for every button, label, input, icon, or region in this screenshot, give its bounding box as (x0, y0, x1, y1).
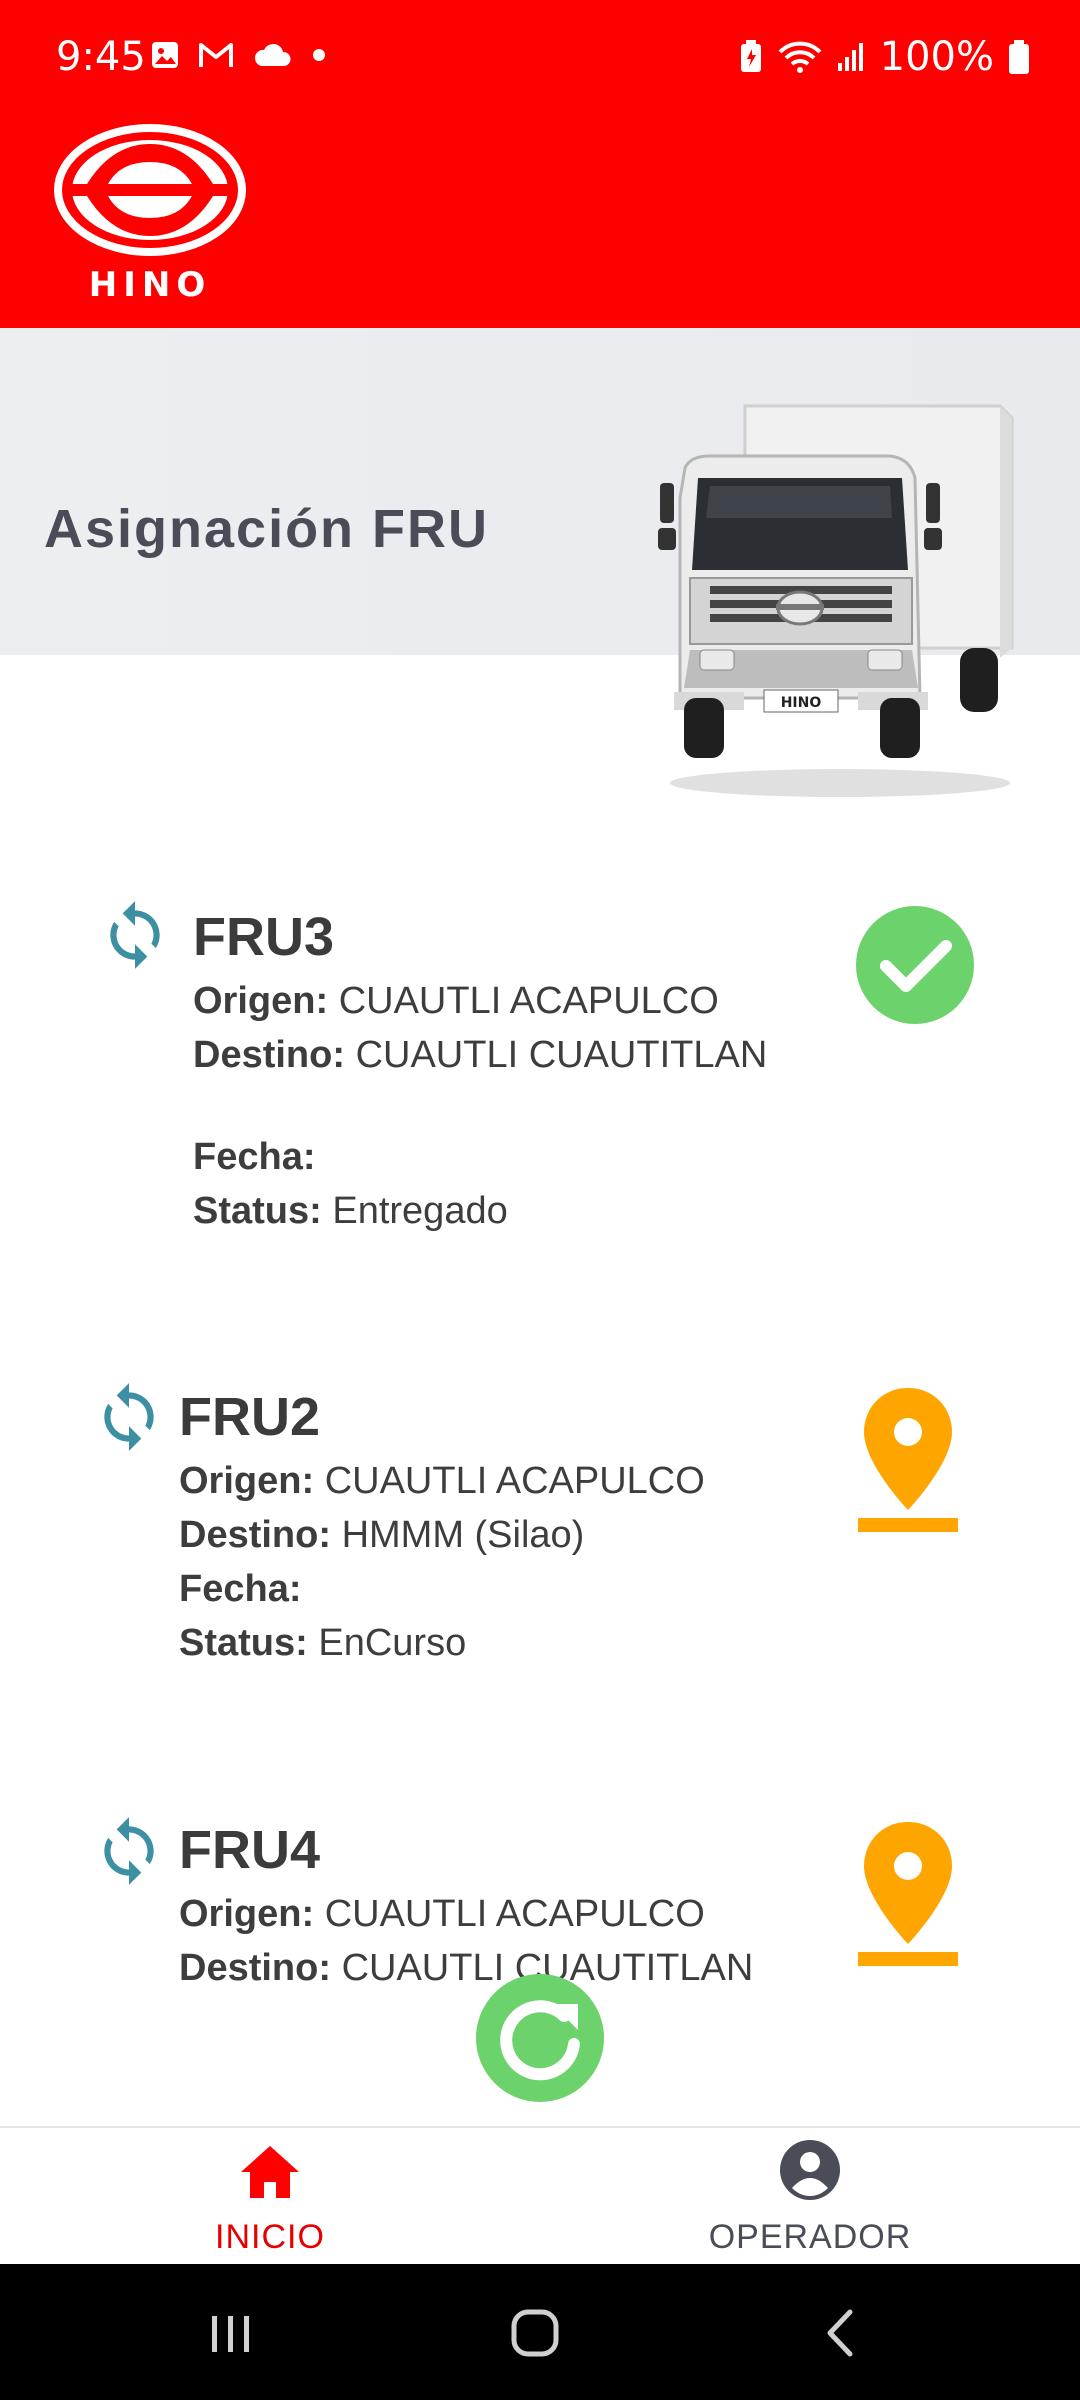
date-label: Fecha: (179, 1568, 302, 1610)
status-value: Entregado (332, 1190, 508, 1232)
origin-row: Origen: CUAUTLI ACAPULCO (193, 980, 719, 1023)
truck-image: HINO (658, 404, 1014, 797)
cloud-icon (254, 43, 291, 66)
sync-icon[interactable] (92, 1814, 166, 1888)
destination-label: Destino: (193, 1034, 345, 1076)
status-right: 100% (738, 34, 1030, 80)
dot-icon (313, 49, 325, 61)
origin-value: CUAUTLI ACAPULCO (338, 980, 719, 1022)
sync-icon[interactable] (92, 1380, 166, 1454)
status-left-icons (150, 40, 328, 70)
home-icon (241, 2146, 299, 2198)
recents-icon[interactable] (206, 2312, 256, 2356)
date-label: Fecha: (193, 1136, 316, 1178)
destination-value: CUAUTLI CUAUTITLAN (355, 1034, 768, 1076)
status-row: Status: EnCurso (179, 1622, 466, 1665)
destination-label: Destino: (179, 1947, 331, 1989)
origin-row: Origen: CUAUTLI ACAPULCO (179, 1893, 705, 1936)
origin-label: Origen: (179, 1460, 315, 1502)
location-pin-icon[interactable] (856, 1386, 960, 1534)
origin-row: Origen: CUAUTLI ACAPULCO (179, 1460, 705, 1503)
back-icon[interactable] (820, 2308, 860, 2358)
refresh-button[interactable] (476, 1974, 604, 2102)
gallery-icon (152, 42, 178, 68)
bottom-navigation: INICIO OPERADOR (0, 2126, 1080, 2266)
origin-label: Origen: (193, 980, 329, 1022)
destination-row: Destino: HMMM (Silao) (179, 1514, 584, 1557)
status-label: Status: (179, 1622, 308, 1664)
gmail-icon (199, 43, 233, 67)
account-circle-icon (780, 2140, 840, 2200)
status-bar: 9:45 100% (0, 0, 1080, 120)
card-title: FRU4 (179, 1820, 321, 1880)
battery-percent: 100% (879, 34, 994, 80)
hino-logo: HINO (54, 124, 246, 304)
check-circle-icon[interactable] (856, 906, 974, 1024)
destination-value: HMMM (Silao) (341, 1514, 585, 1556)
origin-value: CUAUTLI ACAPULCO (324, 1460, 705, 1502)
sync-icon[interactable] (98, 898, 172, 972)
origin-label: Origen: (179, 1893, 315, 1935)
origin-value: CUAUTLI ACAPULCO (324, 1893, 705, 1935)
home-nav-icon[interactable] (510, 2308, 560, 2358)
signal-icon (837, 43, 863, 71)
status-label: Status: (193, 1190, 322, 1232)
nav-item-operador[interactable]: OPERADOR (540, 2128, 1080, 2266)
logo-text: HINO (89, 265, 211, 304)
nav-label-inicio: INICIO (215, 2218, 325, 2256)
status-row: Status: Entregado (193, 1190, 508, 1233)
destination-row: Destino: CUAUTLI CUAUTITLAN (193, 1034, 767, 1077)
location-pin-icon[interactable] (856, 1820, 960, 1968)
card-title: FRU2 (179, 1387, 321, 1447)
destination-label: Destino: (179, 1514, 331, 1556)
app-bar: HINO (0, 120, 1080, 328)
destination-row: Destino: CUAUTLI CUAUTITLAN (179, 1947, 753, 1990)
refresh-icon (500, 2000, 580, 2081)
nav-label-operador: OPERADOR (708, 2218, 912, 2256)
date-row: Fecha: (193, 1136, 315, 1179)
battery-icon (1009, 40, 1029, 74)
date-row: Fecha: (179, 1568, 301, 1611)
card-title: FRU3 (193, 907, 335, 967)
nav-item-inicio[interactable]: INICIO (0, 2128, 540, 2266)
page-title: Asignación FRU (44, 499, 490, 559)
battery-saver-icon (740, 40, 761, 72)
status-value: EnCurso (318, 1622, 467, 1664)
system-navigation-bar (0, 2264, 1080, 2400)
wifi-icon (778, 41, 822, 73)
svg-text:HINO: HINO (781, 695, 822, 711)
status-time: 9:45 (56, 34, 146, 80)
